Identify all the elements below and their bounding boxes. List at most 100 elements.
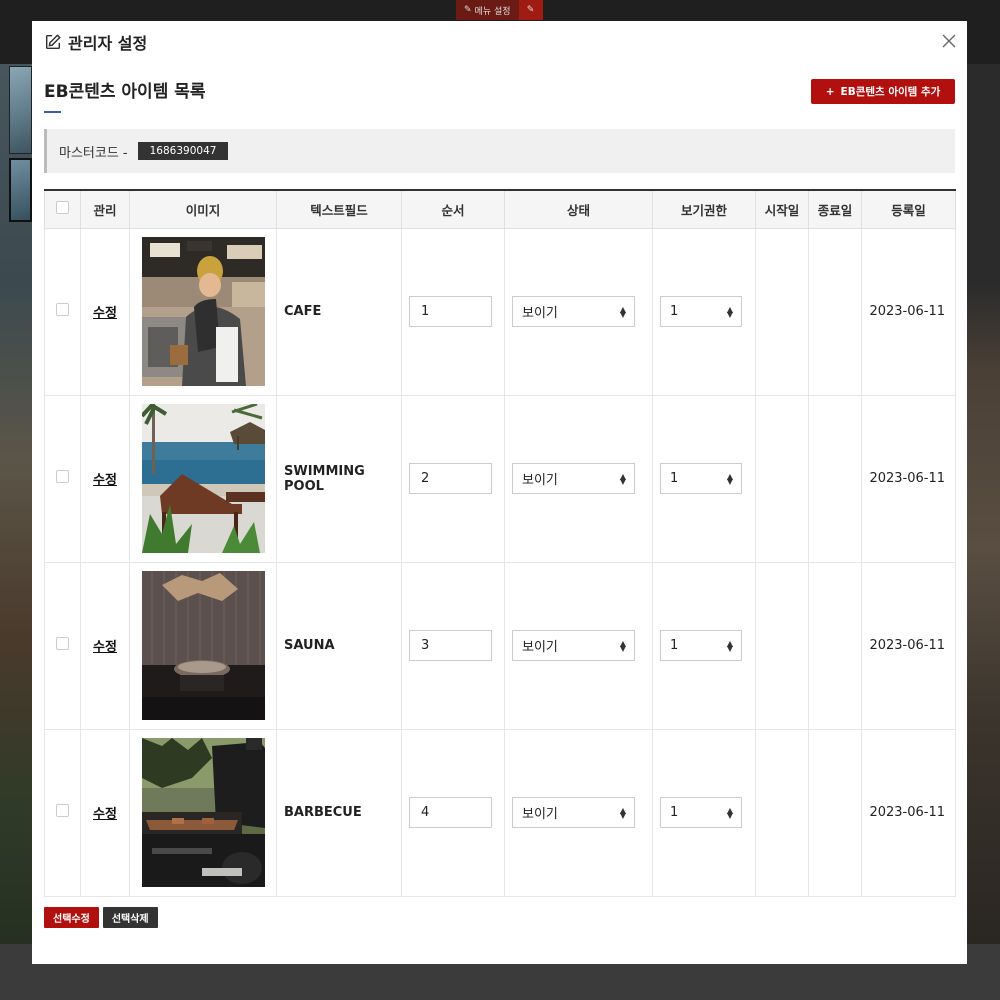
- permission-select-value: 1: [670, 805, 679, 820]
- select-all-checkbox[interactable]: [56, 201, 69, 215]
- items-table: 관리 이미지 텍스트필드 순서 상태 보기권한 시작일 종료일 등록일 수정 C…: [44, 189, 956, 897]
- header-start-date: 시작일: [755, 189, 809, 229]
- row-checkbox-cell: [44, 728, 81, 897]
- barbecue-grill-photo: [141, 738, 265, 887]
- status-select[interactable]: 보이기 ▲ ▼: [512, 463, 635, 494]
- table-row: 수정: [44, 227, 956, 396]
- status-select-value: 보이기: [522, 807, 558, 822]
- permission-select-value: 1: [670, 471, 679, 486]
- order-cell: 1: [401, 227, 505, 396]
- table-row: 수정: [44, 561, 956, 730]
- header-status: 상태: [504, 189, 653, 229]
- header-permission: 보기권한: [652, 189, 756, 229]
- status-cell: 보이기 ▲ ▼: [504, 561, 653, 730]
- row-checkbox[interactable]: [56, 470, 69, 483]
- header-end-date: 종료일: [808, 189, 862, 229]
- registered-date-cell: 2023-06-11: [861, 394, 956, 563]
- select-arrows-icon: ▲ ▼: [619, 304, 626, 319]
- edit-icon: ✎: [526, 5, 535, 15]
- order-input[interactable]: 1: [409, 296, 492, 327]
- sauna-photo: [141, 571, 265, 720]
- select-arrows-icon: ▲ ▼: [726, 304, 733, 319]
- row-checkbox-cell: [44, 561, 81, 730]
- edit-link[interactable]: 수정: [93, 640, 117, 655]
- background-thumbnail: [9, 66, 32, 154]
- registered-date-cell: 2023-06-11: [861, 561, 956, 730]
- status-select-value: 보이기: [522, 306, 558, 321]
- text-field-cell: SWIMMING POOL: [276, 394, 402, 563]
- status-select[interactable]: 보이기 ▲ ▼: [512, 296, 635, 327]
- permission-cell: 1 ▲ ▼: [652, 561, 756, 730]
- select-arrows-icon: ▲ ▼: [619, 471, 626, 486]
- swimming-pool-photo: [141, 404, 265, 553]
- end-date-cell: [808, 728, 862, 897]
- select-arrows-icon: ▲ ▼: [726, 471, 733, 486]
- permission-select[interactable]: 1 ▲ ▼: [660, 463, 742, 494]
- table-header-row: 관리 이미지 텍스트필드 순서 상태 보기권한 시작일 종료일 등록일: [44, 189, 956, 229]
- background-right-strip: [967, 64, 1000, 944]
- text-field-cell: CAFE: [276, 227, 402, 396]
- permission-select[interactable]: 1 ▲ ▼: [660, 797, 742, 828]
- order-input[interactable]: 4: [409, 797, 492, 828]
- edit-link[interactable]: 수정: [93, 807, 117, 822]
- header-image: 이미지: [129, 189, 277, 229]
- header-manage: 관리: [80, 189, 130, 229]
- row-checkbox[interactable]: [56, 804, 69, 817]
- permission-select[interactable]: 1 ▲ ▼: [660, 296, 742, 327]
- select-arrows-icon: ▲ ▼: [726, 638, 733, 653]
- row-checkbox[interactable]: [56, 303, 69, 316]
- text-field-cell: SAUNA: [276, 561, 402, 730]
- status-cell: 보이기 ▲ ▼: [504, 394, 653, 563]
- table-row: 수정: [44, 728, 956, 897]
- permission-cell: 1 ▲ ▼: [652, 227, 756, 396]
- select-arrows-icon: ▲ ▼: [726, 805, 733, 820]
- master-code-badge: 1686390047: [137, 142, 229, 160]
- status-select[interactable]: 보이기 ▲ ▼: [512, 797, 635, 828]
- image-cell: [129, 394, 277, 563]
- edit-link[interactable]: 수정: [93, 306, 117, 321]
- table-row: 수정: [44, 394, 956, 563]
- order-cell: 4: [401, 728, 505, 897]
- status-cell: 보이기 ▲ ▼: [504, 227, 653, 396]
- edit-selected-button[interactable]: 선택수정: [44, 907, 99, 928]
- start-date-cell: [755, 227, 809, 396]
- status-select[interactable]: 보이기 ▲ ▼: [512, 630, 635, 661]
- edit-cell: 수정: [80, 728, 130, 897]
- footer-actions: 선택수정 선택삭제: [44, 907, 158, 928]
- registered-date-cell: 2023-06-11: [861, 728, 956, 897]
- image-cell: [129, 227, 277, 396]
- title-underline: [44, 111, 61, 113]
- edit-cell: 수정: [80, 561, 130, 730]
- image-cell: [129, 561, 277, 730]
- order-input[interactable]: 2: [409, 463, 492, 494]
- permission-select[interactable]: 1 ▲ ▼: [660, 630, 742, 661]
- background-menu-bar: ✎ 메뉴 설정 ✎: [456, 0, 543, 20]
- order-cell: 3: [401, 561, 505, 730]
- cafe-barista-photo: [141, 237, 265, 386]
- items-table-wrapper: 관리 이미지 텍스트필드 순서 상태 보기권한 시작일 종료일 등록일 수정 C…: [44, 189, 956, 897]
- background-edit-button: ✎: [518, 0, 543, 20]
- select-arrows-icon: ▲ ▼: [619, 638, 626, 653]
- edit-icon: [45, 34, 61, 50]
- select-all-cell: [44, 189, 81, 229]
- row-checkbox[interactable]: [56, 637, 69, 650]
- permission-select-value: 1: [670, 638, 679, 653]
- end-date-cell: [808, 561, 862, 730]
- order-cell: 2: [401, 394, 505, 563]
- order-input[interactable]: 3: [409, 630, 492, 661]
- edit-link[interactable]: 수정: [93, 473, 117, 488]
- admin-settings-modal: 관리자 설정 EB콘텐츠 아이템 목록 + EB콘텐츠 아이템 추가 마스터코드…: [32, 21, 967, 964]
- background-thumbnail: [9, 158, 32, 222]
- modal-header: 관리자 설정: [32, 21, 967, 63]
- status-select-value: 보이기: [522, 640, 558, 655]
- header-order: 순서: [401, 189, 505, 229]
- edit-cell: 수정: [80, 227, 130, 396]
- header-registered-date: 등록일: [861, 189, 956, 229]
- delete-selected-button[interactable]: 선택삭제: [102, 907, 158, 928]
- registered-date-cell: 2023-06-11: [861, 227, 956, 396]
- edit-cell: 수정: [80, 394, 130, 563]
- close-icon[interactable]: [941, 33, 957, 49]
- permission-select-value: 1: [670, 304, 679, 319]
- select-arrows-icon: ▲ ▼: [619, 805, 626, 820]
- add-item-button[interactable]: + EB콘텐츠 아이템 추가: [811, 79, 955, 104]
